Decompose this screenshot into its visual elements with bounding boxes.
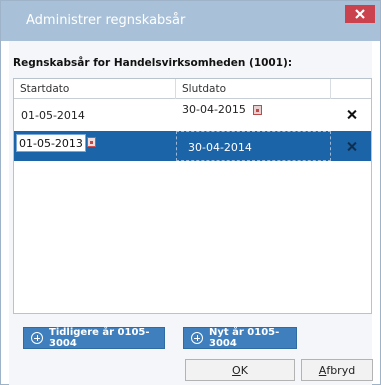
delete-row-button[interactable] <box>331 131 371 161</box>
column-header-end[interactable]: Slutdato <box>176 79 331 99</box>
end-date-cell[interactable]: 30-04-2014 <box>176 131 331 161</box>
close-button[interactable] <box>345 5 375 23</box>
calendar-icon[interactable] <box>87 137 96 147</box>
delete-icon <box>347 110 356 119</box>
ok-label: K <box>240 363 248 377</box>
table-header: Startdato Slutdato <box>14 79 371 99</box>
cancel-mnemonic: A <box>318 363 327 377</box>
ok-button[interactable]: OK <box>185 359 295 381</box>
calendar-icon[interactable] <box>253 105 262 115</box>
plus-circle-icon <box>31 332 43 344</box>
end-date-value: 30-04-2014 <box>188 141 252 154</box>
title-bar[interactable]: Administrer regnskabsår <box>1 1 380 41</box>
table-row[interactable]: 01-05-2014 30-04-2015 <box>14 100 371 128</box>
previous-year-label: Tidligere år 0105-3004 <box>49 327 150 349</box>
close-icon <box>355 9 365 19</box>
window-title: Administrer regnskabsår <box>26 13 186 28</box>
ok-mnemonic: O <box>232 363 241 377</box>
start-date-cell[interactable]: 01-05-2014 <box>14 100 176 128</box>
start-date-cell[interactable]: 01-05-2013 <box>14 131 176 161</box>
dialog-window: Administrer regnskabsår Regnskabsår for … <box>0 0 381 385</box>
plus-circle-icon <box>191 332 203 344</box>
start-date-value: 01-05-2013 <box>19 137 83 150</box>
end-date-value: 30-04-2015 <box>182 103 246 116</box>
cancel-button[interactable]: Afbryd <box>301 359 373 381</box>
column-header-actions <box>331 79 371 99</box>
table-row-selected[interactable]: 01-05-2013 30-04-2014 <box>14 131 371 161</box>
column-header-start[interactable]: Startdato <box>14 79 176 99</box>
company-heading: Regnskabsår for Handelsvirksomheden (100… <box>13 57 293 69</box>
cancel-label: fbryd <box>326 363 356 377</box>
delete-icon <box>347 142 356 151</box>
new-year-button[interactable]: Nyt år 0105-3004 <box>183 327 297 349</box>
previous-year-button[interactable]: Tidligere år 0105-3004 <box>23 327 165 349</box>
start-date-value: 01-05-2014 <box>21 109 85 122</box>
delete-row-button[interactable] <box>331 100 371 128</box>
start-date-input[interactable]: 01-05-2013 <box>16 134 86 152</box>
new-year-label: Nyt år 0105-3004 <box>209 327 280 349</box>
end-date-cell[interactable]: 30-04-2015 <box>176 100 331 128</box>
fiscal-years-table: Startdato Slutdato 01-05-2014 30-04-2015… <box>13 78 372 314</box>
